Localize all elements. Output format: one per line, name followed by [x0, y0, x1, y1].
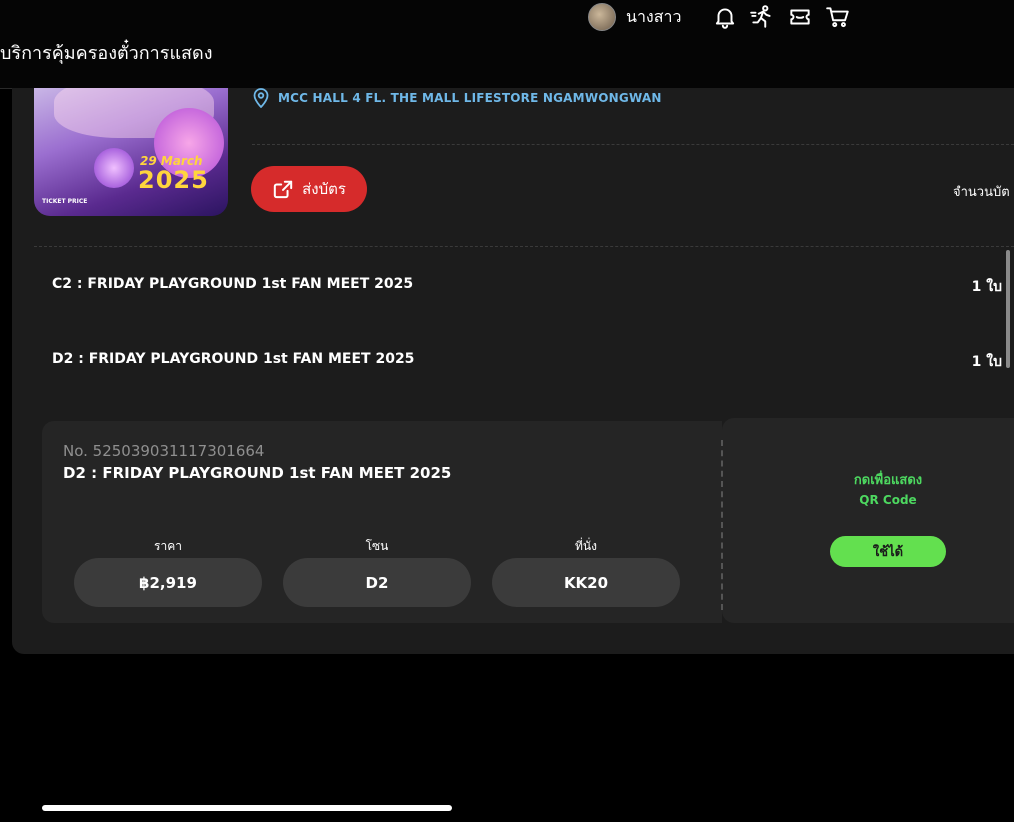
ticket-row-name: C2 : FRIDAY PLAYGROUND 1st FAN MEET 2025 — [52, 276, 414, 292]
ticket-row[interactable]: C2 : FRIDAY PLAYGROUND 1st FAN MEET 2025… — [52, 276, 1012, 306]
zone-label: โซน — [365, 539, 389, 553]
seat-label: ที่นั่ง — [575, 539, 597, 553]
ticket-row[interactable]: D2 : FRIDAY PLAYGROUND 1st FAN MEET 2025… — [52, 351, 1012, 381]
user-menu[interactable]: นางสาว — [588, 3, 681, 31]
bell-icon[interactable] — [712, 4, 738, 30]
top-header: บริการคุ้มครองตั๋วการแสดง นางสาว — [0, 0, 1014, 89]
seat-value: KK20 — [492, 558, 680, 607]
avatar[interactable] — [588, 3, 616, 31]
divider — [252, 144, 1014, 145]
runner-icon[interactable] — [749, 4, 775, 30]
share-button-label: ส่งบัตร — [302, 180, 346, 198]
event-poster: 29 March 2025 TICKET PRICE — [34, 88, 228, 216]
show-qr-prompt[interactable]: กดเพื่อแสดง — [820, 469, 956, 490]
poster-year: 2025 — [138, 166, 209, 194]
scrollbar[interactable] — [1006, 250, 1010, 368]
share-icon — [273, 180, 293, 199]
ticket-title: D2 : FRIDAY PLAYGROUND 1st FAN MEET 2025 — [63, 464, 452, 482]
page-title: บริการคุ้มครองตั๋วการแสดง — [0, 43, 213, 64]
username[interactable]: นางสาว — [626, 5, 681, 30]
zone-value: D2 — [283, 558, 471, 607]
location-text: MCC HALL 4 FL. THE MALL LIFESTORE NGAMWO… — [278, 91, 662, 105]
poster-price: TICKET PRICE — [42, 198, 88, 205]
location-pin-icon — [253, 88, 269, 108]
share-ticket-button[interactable]: ส่งบัตร — [251, 166, 367, 212]
event-location: MCC HALL 4 FL. THE MALL LIFESTORE NGAMWO… — [252, 88, 662, 108]
ticket-row-name: D2 : FRIDAY PLAYGROUND 1st FAN MEET 2025 — [52, 351, 415, 367]
ticket-number: No. 525039031117301664 — [63, 442, 265, 460]
ticket-perforation — [721, 440, 723, 610]
price-label: ราคา — [154, 539, 182, 553]
status-badge[interactable]: ใช้ได้ — [830, 536, 946, 567]
ticket-icon[interactable] — [787, 4, 813, 30]
ticket-qr-panel[interactable] — [722, 418, 1014, 623]
cart-icon[interactable] — [825, 4, 851, 30]
divider — [34, 246, 1014, 247]
ticket-row-qty: 1 ใบ — [971, 279, 1002, 295]
qr-code-label[interactable]: QR Code — [820, 493, 956, 507]
home-indicator[interactable] — [42, 805, 452, 811]
ticket-row-qty: 1 ใบ — [971, 354, 1002, 370]
price-value: ฿2,919 — [74, 558, 262, 607]
ticket-count-label: จำนวนบัต — [953, 185, 1010, 200]
